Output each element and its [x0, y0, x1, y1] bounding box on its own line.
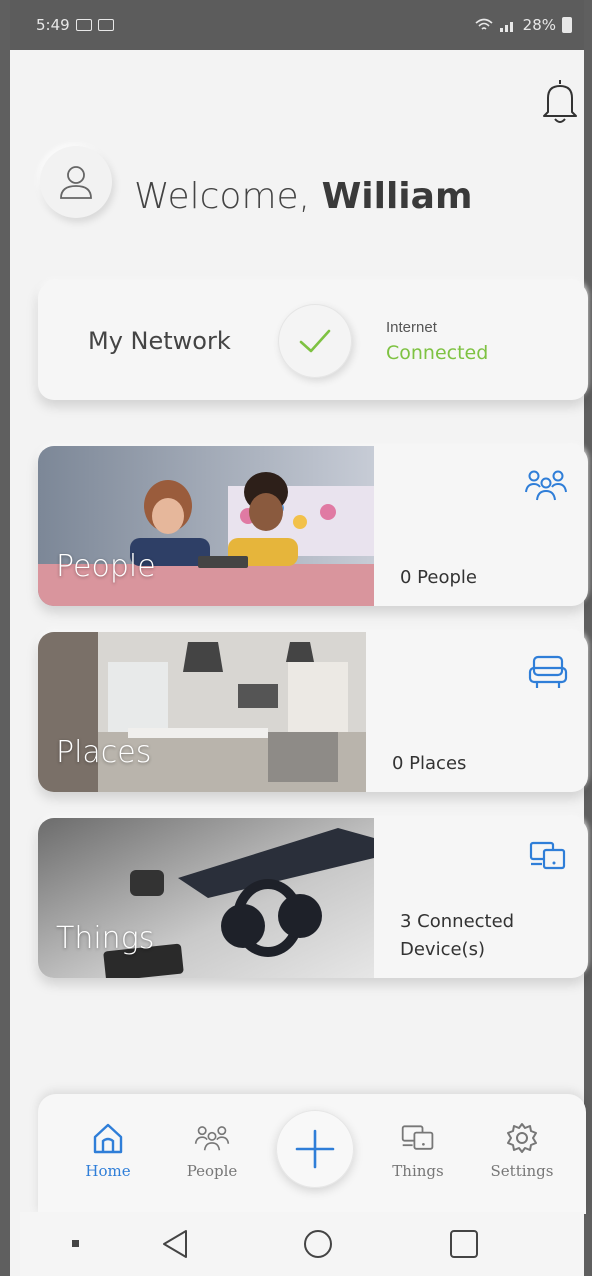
people-tile-title: People	[56, 549, 156, 584]
plus-icon	[295, 1129, 335, 1169]
people-tile-info: 0 People	[374, 446, 588, 606]
places-tile-title: Places	[56, 735, 152, 770]
people-tile[interactable]: People 0 People	[38, 446, 588, 606]
places-tile-info: 0 Places	[366, 632, 588, 792]
status-time: 5:49	[36, 16, 70, 34]
status-left: 5:49	[36, 16, 114, 34]
people-tile-image: People	[38, 446, 374, 606]
notification-icon	[75, 19, 92, 31]
app-frame: 5:49 28% Welcome, William My Network Int…	[0, 0, 592, 1276]
my-network-label: My Network	[88, 327, 231, 355]
nav-settings-label: Settings	[490, 1162, 554, 1180]
welcome-greeting: Welcome,	[134, 175, 311, 217]
home-icon	[68, 1118, 148, 1158]
internet-label: Internet	[386, 318, 437, 336]
gallery-icon	[97, 19, 114, 31]
nav-settings[interactable]: Settings	[482, 1118, 562, 1180]
welcome-row: Welcome, William	[40, 146, 472, 218]
gear-icon	[482, 1118, 562, 1158]
system-indicator-dot	[72, 1240, 79, 1247]
nav-people-label: People	[186, 1162, 238, 1180]
wifi-icon	[475, 18, 493, 30]
nav-people[interactable]: People	[172, 1118, 252, 1180]
devices-icon	[378, 1118, 458, 1158]
people-icon	[524, 468, 568, 507]
welcome-text: Welcome, William	[134, 176, 472, 217]
status-bar: 5:49 28%	[10, 0, 584, 50]
nav-home-label: Home	[85, 1162, 131, 1180]
nav-things-label: Things	[392, 1162, 444, 1180]
checkmark-icon	[299, 329, 331, 353]
bottom-navigation: Home People Things Settings	[38, 1094, 586, 1214]
sofa-icon	[528, 654, 568, 695]
devices-icon	[528, 840, 568, 877]
places-tile-image: Places	[38, 632, 366, 792]
status-right: 28%	[475, 16, 572, 34]
nav-things[interactable]: Things	[378, 1118, 458, 1180]
internet-status: Connected	[386, 341, 489, 364]
signal-icon	[499, 22, 513, 32]
back-icon[interactable]	[160, 1228, 190, 1265]
things-tile-image: Things	[38, 818, 374, 978]
people-icon	[172, 1118, 252, 1158]
recent-apps-icon[interactable]	[450, 1230, 478, 1258]
places-tile[interactable]: Places 0 Places	[38, 632, 588, 792]
things-tile[interactable]: Things 3 Connected Device(s)	[38, 818, 588, 978]
places-count: 0 Places	[392, 753, 467, 774]
things-count: 3 Connected Device(s)	[400, 911, 515, 960]
network-status-indicator	[278, 304, 352, 378]
battery-percent: 28%	[522, 16, 556, 34]
battery-icon	[562, 17, 572, 33]
things-tile-info: 3 Connected Device(s)	[374, 818, 588, 978]
my-network-card[interactable]: My Network Internet Connected	[38, 282, 588, 400]
things-tile-title: Things	[56, 921, 155, 956]
bell-icon[interactable]	[538, 76, 582, 126]
people-count: 0 People	[400, 567, 477, 588]
nav-home[interactable]: Home	[68, 1118, 148, 1180]
add-button[interactable]	[276, 1110, 354, 1188]
welcome-user-name: William	[321, 175, 473, 217]
user-icon	[60, 166, 92, 199]
home-circle-icon[interactable]	[304, 1230, 332, 1258]
internet-status-block: Internet Connected	[386, 319, 488, 364]
system-navigation-bar	[20, 1212, 584, 1276]
avatar[interactable]	[40, 146, 112, 218]
